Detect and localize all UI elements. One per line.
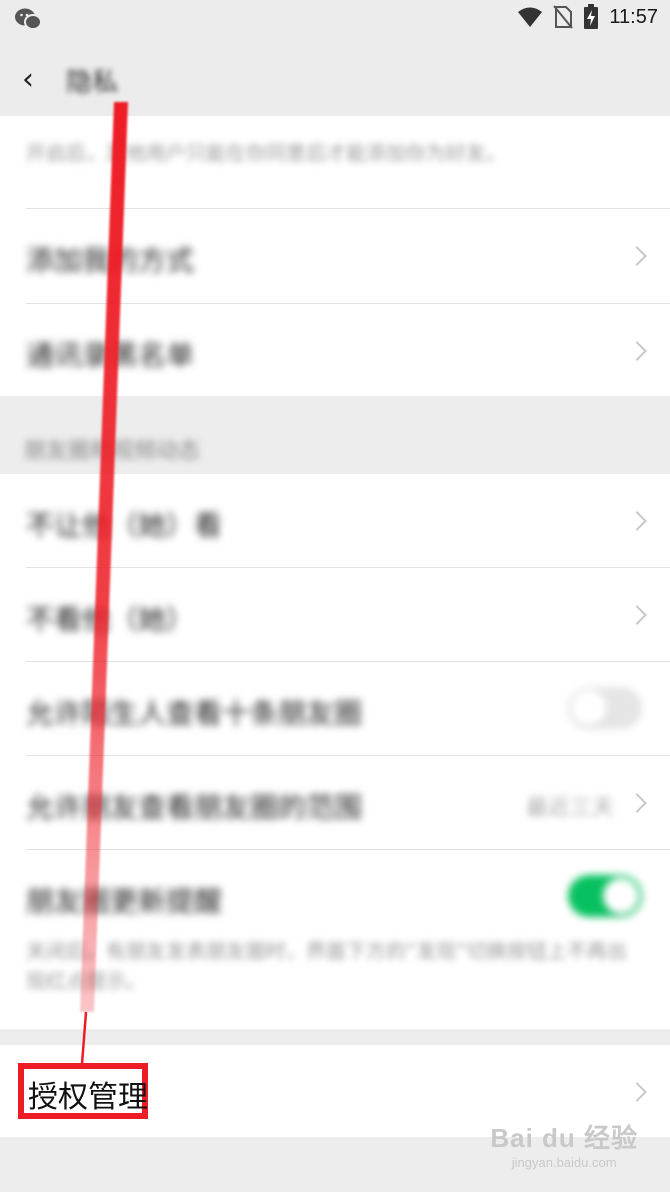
- row-label: 添加我的方式: [26, 244, 195, 277]
- status-time: 11:57: [609, 5, 658, 28]
- row-label: 通讯录黑名单: [26, 339, 195, 372]
- settings-group-1: 开启后，其他用户只能在你同意后才能添加你为好友。 添加我的方式 通讯录黑名单: [0, 116, 670, 396]
- battery-charging-icon: [584, 4, 599, 29]
- settings-group-2: 不让他（她）看 不看他（她） 允许陌生人查看十条朋友圈 允许朋友查看朋友圈的范围…: [0, 474, 670, 1029]
- section-header: 朋友圈和视频动态: [24, 439, 201, 464]
- no-sim-icon: [553, 5, 574, 29]
- chevron-right-icon: [627, 793, 647, 813]
- row-label: 不让他（她）看: [26, 509, 223, 542]
- watermark: Bai du 经验 jingyan.baidu.com: [490, 1118, 638, 1170]
- row-hide-their-moments[interactable]: 不看他（她）: [0, 568, 670, 661]
- chevron-right-icon: [627, 1082, 647, 1102]
- chevron-right-icon: [627, 605, 647, 625]
- back-button[interactable]: ‹: [22, 65, 34, 95]
- row-value: 最近三天: [525, 796, 614, 821]
- row-label: 允许朋友查看朋友圈的范围: [26, 791, 363, 824]
- partial-row-subtitle: 开启后，其他用户只能在你同意后才能添加你为好友。: [26, 141, 506, 165]
- wifi-icon: [518, 7, 543, 27]
- row-add-me-methods[interactable]: 添加我的方式: [0, 209, 670, 303]
- row-hide-moments[interactable]: 不让他（她）看: [0, 474, 670, 567]
- row-label-authorization: 授权管理: [28, 1080, 148, 1115]
- watermark-url: jingyan.baidu.com: [511, 1155, 617, 1170]
- toggle-switch[interactable]: [568, 687, 642, 729]
- wechat-icon: [15, 8, 42, 30]
- row-label: 允许陌生人查看十条朋友圈: [26, 697, 363, 730]
- row-moments-updates: 朋友圈更新提醒 关闭后，有朋友发表朋友圈时，界面下方的“发现”切换按钮上不再出现…: [0, 850, 670, 1029]
- page-title: 隐私: [66, 68, 119, 98]
- row-subtitle: 关闭后，有朋友发表朋友圈时，界面下方的“发现”切换按钮上不再出现红点提示。: [26, 939, 627, 993]
- chevron-right-icon: [627, 246, 647, 266]
- row-blocked-list[interactable]: 通讯录黑名单: [0, 304, 670, 396]
- row-moments-range[interactable]: 允许朋友查看朋友圈的范围 最近三天: [0, 756, 670, 849]
- row-strangers-view: 允许陌生人查看十条朋友圈: [0, 662, 670, 755]
- row-label: 不看他（她）: [26, 603, 195, 636]
- toggle-switch[interactable]: [568, 875, 642, 917]
- nav-bar: ‹ 隐私: [0, 38, 670, 116]
- status-bar: 11:57: [0, 0, 670, 38]
- watermark-logo: Bai du 经验: [490, 1123, 638, 1153]
- row-label: 朋友圈更新提醒: [26, 885, 223, 918]
- chevron-right-icon: [627, 511, 647, 531]
- chevron-right-icon: [627, 341, 647, 361]
- partial-row[interactable]: 开启后，其他用户只能在你同意后才能添加你为好友。: [0, 116, 670, 208]
